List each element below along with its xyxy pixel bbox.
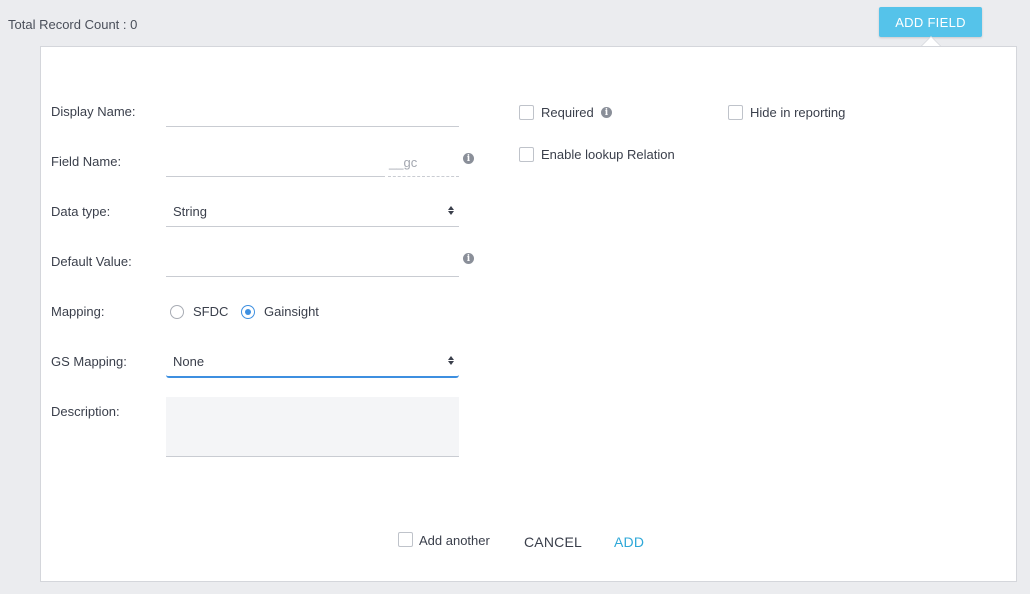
- field-name-input[interactable]: [166, 152, 385, 177]
- display-name-label: Display Name:: [51, 104, 136, 119]
- cancel-button[interactable]: CANCEL: [524, 534, 582, 550]
- add-field-panel: Display Name: Field Name: __gc i Data ty…: [40, 46, 1017, 582]
- data-type-select[interactable]: [166, 202, 459, 227]
- default-value-input[interactable]: [166, 252, 459, 277]
- mapping-gainsight-label: Gainsight: [264, 304, 319, 319]
- mapping-sfdc-label: SFDC: [193, 304, 229, 319]
- required-info-icon[interactable]: i: [601, 107, 612, 118]
- data-type-label: Data type:: [51, 204, 111, 219]
- required-label: Required: [541, 105, 594, 120]
- mapping-gainsight-radio[interactable]: [241, 305, 255, 319]
- add-button[interactable]: ADD: [614, 534, 644, 550]
- gs-mapping-select[interactable]: [166, 352, 459, 378]
- add-another-checkbox[interactable]: [398, 532, 413, 547]
- description-label: Description:: [51, 404, 120, 419]
- popover-caret: [922, 37, 940, 46]
- hide-in-reporting-checkbox[interactable]: [728, 105, 743, 120]
- description-textarea[interactable]: [166, 397, 459, 457]
- data-type-sort-icon: [447, 206, 455, 215]
- record-count: Total Record Count : 0: [8, 17, 138, 32]
- gs-mapping-label: GS Mapping:: [51, 354, 127, 369]
- field-name-label: Field Name:: [51, 154, 122, 169]
- data-type-value: String: [173, 204, 207, 219]
- hide-in-reporting-label: Hide in reporting: [750, 105, 846, 120]
- field-name-info-icon[interactable]: i: [463, 153, 474, 164]
- gs-mapping-sort-icon: [447, 356, 455, 365]
- mapping-label: Mapping:: [51, 304, 105, 319]
- enable-lookup-checkbox[interactable]: [519, 147, 534, 162]
- add-field-button[interactable]: ADD FIELD: [879, 7, 982, 37]
- default-value-label: Default Value:: [51, 254, 132, 269]
- required-checkbox[interactable]: [519, 105, 534, 120]
- enable-lookup-label: Enable lookup Relation: [541, 147, 675, 162]
- mapping-sfdc-radio[interactable]: [170, 305, 184, 319]
- default-value-info-icon[interactable]: i: [463, 253, 474, 264]
- field-name-suffix: __gc: [388, 152, 459, 177]
- gs-mapping-value: None: [173, 354, 205, 369]
- add-another-label: Add another: [419, 533, 490, 548]
- display-name-input[interactable]: [166, 102, 459, 127]
